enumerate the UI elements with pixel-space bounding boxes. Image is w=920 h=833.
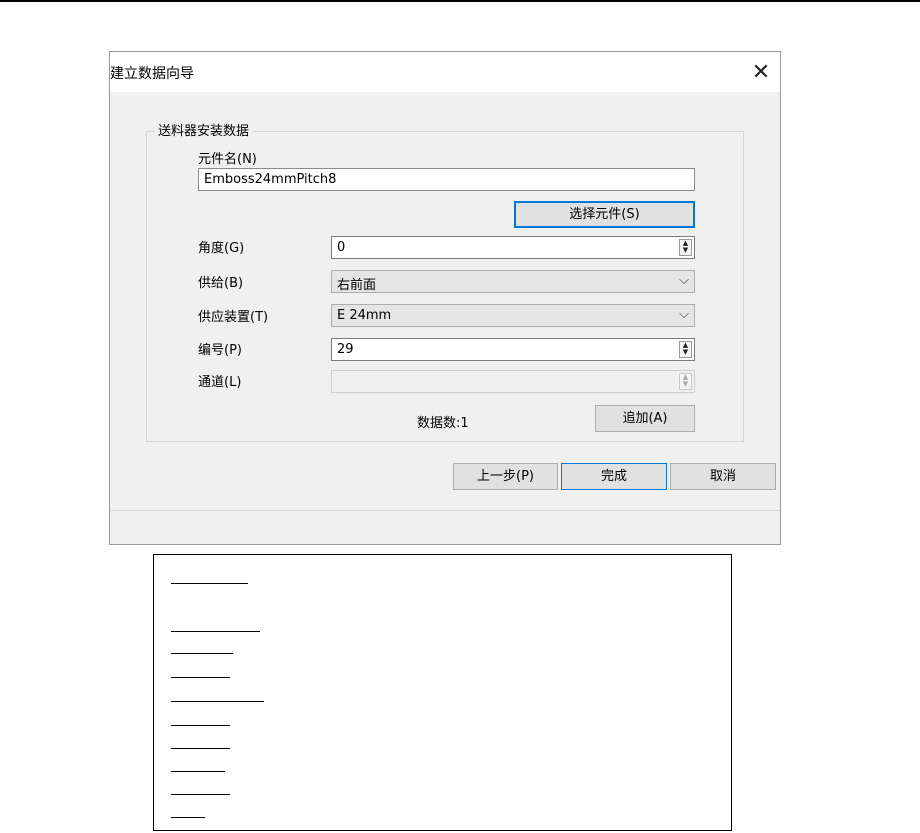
- spin-down-icon: ▼: [682, 380, 689, 388]
- data-count: 数据数:1: [417, 412, 469, 431]
- chevron-down-icon: ⌵: [679, 307, 689, 322]
- leader-line: [171, 794, 230, 795]
- angle-spinner[interactable]: ▲ ▼: [679, 239, 692, 256]
- status-bar: [110, 511, 780, 544]
- channel-field: ▲ ▼: [331, 370, 695, 393]
- leader-line: [171, 653, 233, 654]
- leader-line: [171, 748, 230, 749]
- component-name-label: 元件名(N): [198, 152, 257, 167]
- supply-label: 供给(B): [198, 276, 244, 291]
- group-legend: 送料器安装数据: [155, 120, 253, 139]
- angle-field[interactable]: 0 ▲ ▼: [331, 236, 695, 259]
- angle-value: 0: [337, 240, 346, 255]
- leader-line: [171, 817, 205, 818]
- leader-line: [171, 771, 225, 772]
- back-button[interactable]: 上一步(P): [453, 463, 558, 490]
- leader-line: [171, 631, 260, 632]
- annotation-box: [153, 554, 732, 831]
- add-button[interactable]: 追加(A): [595, 405, 695, 432]
- close-icon[interactable]: ✕: [746, 58, 776, 88]
- page-top-rule: [0, 0, 920, 2]
- angle-label: 角度(G): [198, 241, 245, 256]
- finish-button[interactable]: 完成: [561, 463, 667, 490]
- create-data-wizard-dialog: 建立数据向导 ✕ 送料器安装数据 元件名(N) Emboss24mmPitch8…: [109, 51, 781, 545]
- supply-select[interactable]: 右前面 ⌵: [331, 270, 695, 293]
- supply-value: 右前面: [337, 278, 377, 293]
- spin-down-icon[interactable]: ▼: [680, 247, 691, 254]
- feeder-device-value: E 24mm: [337, 308, 392, 323]
- feeder-device-label: 供应装置(T): [198, 310, 269, 325]
- number-value: 29: [337, 342, 354, 357]
- cancel-button[interactable]: 取消: [670, 463, 776, 490]
- select-component-button[interactable]: 选择元件(S): [514, 201, 695, 228]
- channel-spinner: ▲ ▼: [679, 373, 692, 390]
- window-title: 建立数据向导: [110, 66, 194, 82]
- data-count-value: 1: [460, 416, 469, 431]
- leader-line: [171, 677, 230, 678]
- leader-line: [171, 583, 248, 584]
- chevron-down-icon: ⌵: [679, 273, 689, 288]
- spin-down-icon[interactable]: ▼: [680, 349, 691, 356]
- leader-line: [171, 725, 230, 726]
- data-count-label: 数据数:: [417, 416, 461, 431]
- component-name-field[interactable]: Emboss24mmPitch8: [198, 168, 695, 191]
- title-bar[interactable]: 建立数据向导 ✕: [110, 52, 780, 92]
- leader-line: [171, 701, 264, 702]
- number-spinner[interactable]: ▲ ▼: [679, 341, 692, 358]
- number-field[interactable]: 29 ▲ ▼: [331, 338, 695, 361]
- feeder-device-select[interactable]: E 24mm ⌵: [331, 304, 695, 327]
- channel-label: 通道(L): [198, 375, 242, 390]
- number-label: 编号(P): [198, 343, 242, 358]
